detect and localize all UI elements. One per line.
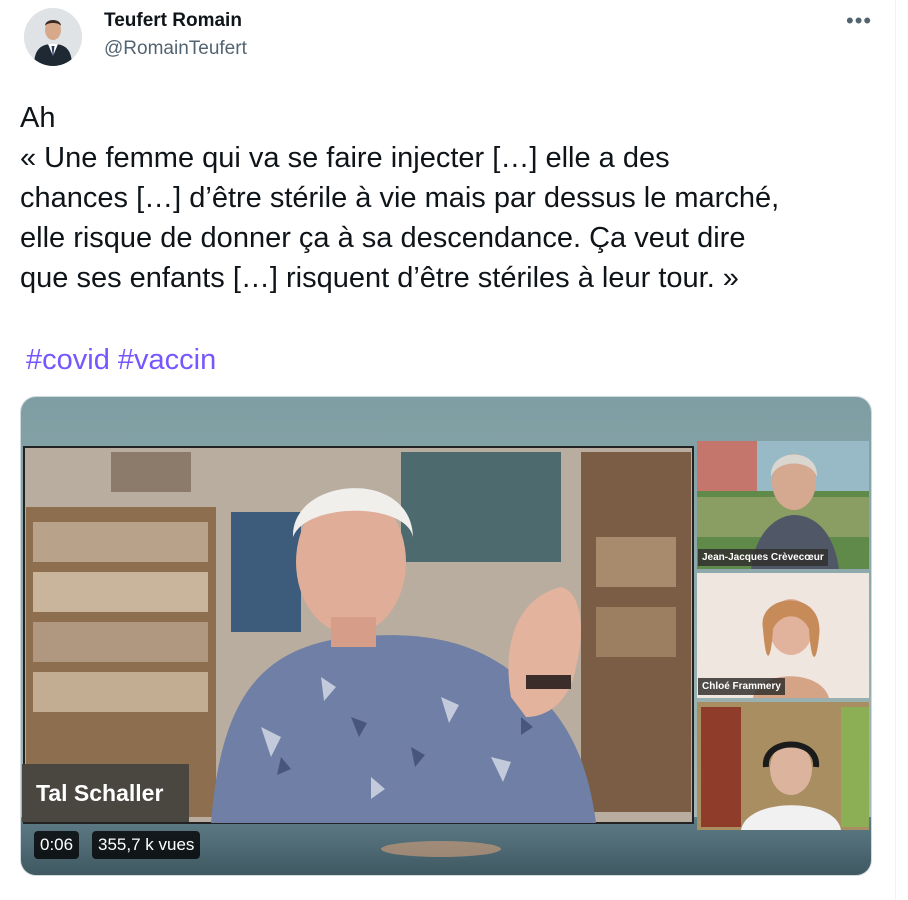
video-view-count: 355,7 k vues [92, 831, 201, 859]
speaker-nameplate: Tal Schaller [22, 764, 189, 822]
participant-label: Jean-Jacques Crèvecœur [698, 549, 828, 566]
tweet-text: Ah « Une femme qui va se faire injecter … [20, 98, 880, 298]
avatar[interactable] [24, 8, 82, 66]
hashtags: #covid #vaccin [26, 340, 216, 380]
column-border [895, 0, 896, 900]
tweet-line: Ah [20, 102, 56, 134]
more-dots-icon[interactable]: ••• [846, 8, 872, 34]
avatar-photo [24, 8, 82, 66]
hashtag-vaccin[interactable]: #vaccin [118, 344, 216, 376]
participant-label: Chloé Frammery [698, 678, 785, 695]
tweet-line: elle risque de donner ça à sa descendanc… [20, 222, 746, 254]
hashtag-covid[interactable]: #covid [26, 344, 110, 376]
tweet-line: que ses enfants […] risquent d’être stér… [20, 262, 739, 294]
tweet-line: « Une femme qui va se faire injecter […]… [20, 142, 670, 174]
video-timestamp: 0:06 [34, 831, 80, 859]
author-handle[interactable]: @RomainTeufert [104, 38, 247, 60]
author-name[interactable]: Teufert Romain [104, 10, 242, 32]
tweet-line: chances […] d’être stérile à vie mais pa… [20, 182, 780, 214]
